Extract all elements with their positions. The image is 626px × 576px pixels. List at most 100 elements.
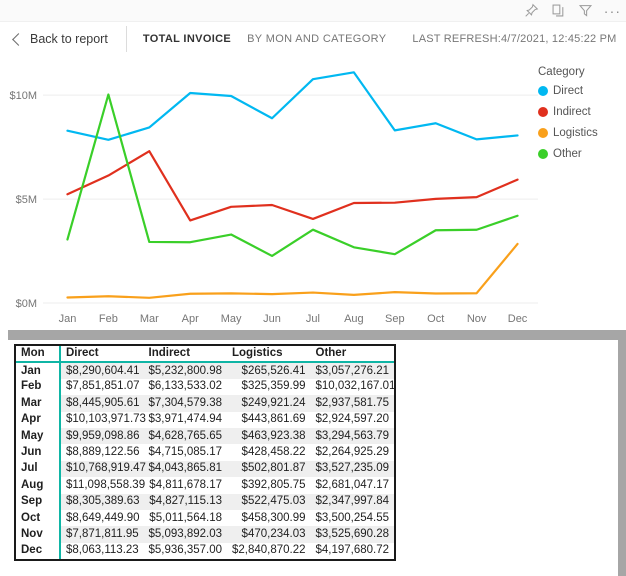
back-to-report-button[interactable]: Back to report <box>0 32 108 46</box>
cell-value: $2,264,925.29 <box>311 444 395 460</box>
cell-value: $3,294,563.79 <box>311 428 395 444</box>
cell-month: Sep <box>16 494 60 510</box>
x-axis-tick-label: Jan <box>59 313 77 325</box>
x-axis-tick-label: Nov <box>467 313 487 325</box>
table-row[interactable]: Nov$7,871,811.95$5,093,892.03$470,234.03… <box>16 526 394 542</box>
cell-value: $3,057,276.21 <box>311 362 395 378</box>
cell-value: $443,861.69 <box>227 412 311 428</box>
cell-value: $5,093,892.03 <box>144 526 228 542</box>
report-page: ··· Back to report TOTAL INVOICE BY MON … <box>0 0 626 576</box>
cell-value: $2,924,597.20 <box>311 412 395 428</box>
cell-value: $392,805.75 <box>227 477 311 493</box>
legend-item-direct[interactable]: Direct <box>538 85 620 97</box>
invoice-table-head: MonDirectIndirectLogisticsOther <box>16 346 394 362</box>
filter-icon[interactable] <box>578 3 593 18</box>
legend-swatch-direct <box>538 86 548 96</box>
cell-value: $4,811,678.17 <box>144 477 228 493</box>
cell-value: $2,681,047.17 <box>311 477 395 493</box>
table-row[interactable]: Jun$8,889,122.56$4,715,085.17$428,458.22… <box>16 444 394 460</box>
x-axis-tick-label: May <box>221 313 242 325</box>
invoice-table-container[interactable]: MonDirectIndirectLogisticsOther Jan$8,29… <box>14 344 396 561</box>
chart-legend: Category Direct Indirect Logistics Other <box>538 66 620 169</box>
table-row[interactable]: Feb$7,851,851.07$6,133,533.02$325,359.99… <box>16 379 394 395</box>
line-chart-plot: $0M$5M$10MJanFebMarAprMayJunJulAugSepOct… <box>0 56 544 328</box>
cell-value: $11,098,558.39 <box>60 477 144 493</box>
invoice-table-body: Jan$8,290,604.41$5,232,800.98$265,526.41… <box>16 362 394 559</box>
cell-value: $4,715,085.17 <box>144 444 228 460</box>
legend-label-direct: Direct <box>553 85 583 97</box>
cell-value: $5,936,357.00 <box>144 543 228 559</box>
cell-value: $7,304,579.38 <box>144 395 228 411</box>
legend-label-logistics: Logistics <box>553 127 598 139</box>
table-row[interactable]: Jan$8,290,604.41$5,232,800.98$265,526.41… <box>16 362 394 378</box>
series-line-indirect[interactable] <box>67 151 517 220</box>
pin-icon[interactable] <box>524 3 539 18</box>
cell-month: Apr <box>16 412 60 428</box>
y-axis-tick-label: $10M <box>9 90 37 102</box>
cell-value: $8,290,604.41 <box>60 362 144 378</box>
cell-value: $3,525,690.28 <box>311 526 395 542</box>
legend-swatch-indirect <box>538 107 548 117</box>
cell-month: May <box>16 428 60 444</box>
cell-value: $4,827,115.13 <box>144 494 228 510</box>
cell-value: $458,300.99 <box>227 510 311 526</box>
panel-right-band <box>618 330 626 576</box>
cell-month: Feb <box>16 379 60 395</box>
x-axis-tick-label: Apr <box>182 313 199 325</box>
table-row[interactable]: Jul$10,768,919.47$4,043,865.81$502,801.8… <box>16 461 394 477</box>
series-line-direct[interactable] <box>67 72 517 139</box>
line-chart-visual[interactable]: $0M$5M$10MJanFebMarAprMayJunJulAugSepOct… <box>0 56 626 328</box>
more-options-label: ··· <box>604 6 622 16</box>
table-row[interactable]: Dec$8,063,113.23$5,936,357.00$2,840,870.… <box>16 543 394 559</box>
x-axis-tick-label: Feb <box>99 313 118 325</box>
legend-item-indirect[interactable]: Indirect <box>538 106 620 118</box>
cell-value: $249,921.24 <box>227 395 311 411</box>
x-axis-tick-label: Mar <box>140 313 159 325</box>
column-header-other[interactable]: Other <box>311 346 395 362</box>
table-row[interactable]: Mar$8,445,905.61$7,304,579.38$249,921.24… <box>16 395 394 411</box>
legend-item-other[interactable]: Other <box>538 148 620 160</box>
cell-value: $502,801.87 <box>227 461 311 477</box>
column-header-mon[interactable]: Mon <box>16 346 60 362</box>
last-refresh-label: LAST REFRESH:4/7/2021, 12:45:22 PM <box>412 33 616 45</box>
table-row[interactable]: Aug$11,098,558.39$4,811,678.17$392,805.7… <box>16 477 394 493</box>
cell-value: $428,458.22 <box>227 444 311 460</box>
legend-item-logistics[interactable]: Logistics <box>538 127 620 139</box>
invoice-table: MonDirectIndirectLogisticsOther Jan$8,29… <box>16 346 394 559</box>
column-header-logistics[interactable]: Logistics <box>227 346 311 362</box>
cell-value: $2,840,870.22 <box>227 543 311 559</box>
cell-value: $4,197,680.72 <box>311 543 395 559</box>
table-row[interactable]: Apr$10,103,971.73$3,971,474.94$443,861.6… <box>16 412 394 428</box>
table-row[interactable]: May$9,959,098.86$4,628,765.65$463,923.38… <box>16 428 394 444</box>
copy-icon[interactable] <box>551 3 566 18</box>
cell-value: $9,959,098.86 <box>60 428 144 444</box>
more-options-icon[interactable]: ··· <box>605 3 620 18</box>
panel-top-band <box>8 330 626 340</box>
column-header-direct[interactable]: Direct <box>60 346 144 362</box>
cell-value: $7,871,811.95 <box>60 526 144 542</box>
table-row[interactable]: Oct$8,649,449.90$5,011,564.18$458,300.99… <box>16 510 394 526</box>
legend-label-other: Other <box>553 148 582 160</box>
cell-value: $3,971,474.94 <box>144 412 228 428</box>
cell-value: $6,133,533.02 <box>144 379 228 395</box>
series-line-other[interactable] <box>67 95 517 256</box>
cell-value: $2,347,997.84 <box>311 494 395 510</box>
y-axis-tick-label: $5M <box>16 194 37 206</box>
cell-value: $7,851,851.07 <box>60 379 144 395</box>
page-subtitle: BY MON AND CATEGORY <box>247 33 386 45</box>
cell-value: $4,043,865.81 <box>144 461 228 477</box>
column-header-indirect[interactable]: Indirect <box>144 346 228 362</box>
cell-month: Aug <box>16 477 60 493</box>
cell-value: $2,937,581.75 <box>311 395 395 411</box>
cell-value: $8,063,113.23 <box>60 543 144 559</box>
page-title: TOTAL INVOICE <box>143 33 231 45</box>
series-line-logistics[interactable] <box>67 244 517 298</box>
cell-month: Jan <box>16 362 60 378</box>
cell-value: $4,628,765.65 <box>144 428 228 444</box>
cell-value: $3,500,254.55 <box>311 510 395 526</box>
data-table-panel: MonDirectIndirectLogisticsOther Jan$8,29… <box>0 330 626 576</box>
cell-value: $5,232,800.98 <box>144 362 228 378</box>
table-row[interactable]: Sep$8,305,389.63$4,827,115.13$522,475.03… <box>16 494 394 510</box>
y-axis-tick-label: $0M <box>16 298 37 310</box>
cell-value: $5,011,564.18 <box>144 510 228 526</box>
